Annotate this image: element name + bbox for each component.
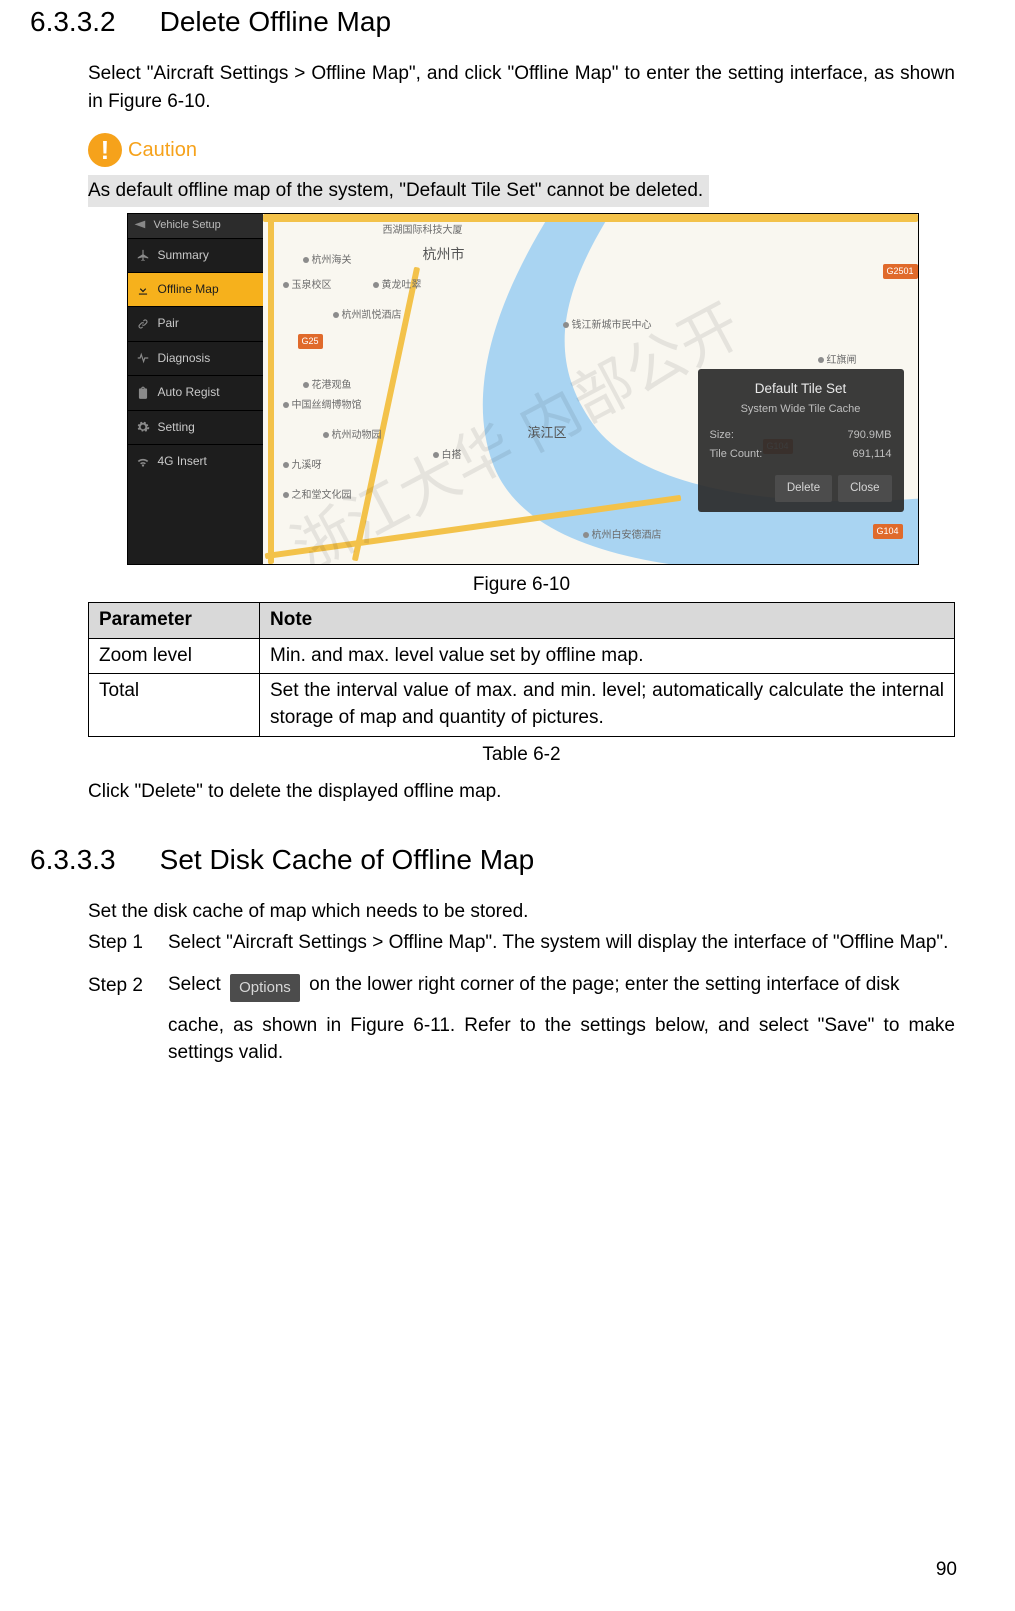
poi-label: 中国丝绸博物馆 <box>283 399 362 414</box>
sidebar-item-setting[interactable]: Setting <box>128 410 263 444</box>
table-header-parameter: Parameter <box>89 603 260 639</box>
section-6333-title: Set Disk Cache of Offline Map <box>160 844 535 876</box>
poi-label: 杭州凯悦酒店 <box>333 309 402 324</box>
step-2-text-line1: Select Options on the lower right corner… <box>168 971 955 1002</box>
poi-label: 西湖国际科技大厦 <box>383 224 463 239</box>
plane-icon <box>136 248 150 262</box>
tile-set-card: Default Tile Set System Wide Tile Cache … <box>698 369 904 512</box>
road-badge: G2501 <box>883 264 918 279</box>
poi-label: 杭州动物园 <box>323 429 382 444</box>
delete-button[interactable]: Delete <box>775 475 832 502</box>
caution-text: As default offline map of the system, "D… <box>88 175 709 207</box>
gear-icon <box>136 420 150 434</box>
poi-label: 杭州海关 <box>303 254 352 269</box>
table-header-note: Note <box>260 603 955 639</box>
poi-label: 红旗闸 <box>818 354 857 369</box>
step-2-pre: Select <box>168 974 221 995</box>
pulse-icon <box>136 351 150 365</box>
step-2-label: Step 2 <box>88 972 168 1000</box>
page-number: 90 <box>936 1559 957 1581</box>
tile-set-tile-value: 691,114 <box>853 447 892 463</box>
step-1-label: Step 1 <box>88 929 168 957</box>
close-button[interactable]: Close <box>838 475 891 502</box>
vehicle-setup-sidebar: Vehicle Setup Summary Offline Map <box>128 214 263 564</box>
sidebar-item-summary[interactable]: Summary <box>128 238 263 272</box>
table-cell: Total <box>89 674 260 736</box>
table-6-2-caption: Table 6-2 <box>88 741 955 769</box>
options-button[interactable]: Options <box>230 974 300 1002</box>
sidebar-item-label: Offline Map <box>158 282 219 296</box>
sidebar-item-offline-map[interactable]: Offline Map <box>128 272 263 306</box>
section-6332-title: Delete Offline Map <box>160 6 391 38</box>
sidebar-item-pair[interactable]: Pair <box>128 306 263 340</box>
road-badge: G25 <box>298 334 323 349</box>
tile-set-title: Default Tile Set <box>710 379 892 399</box>
section-6333-heading: 6.3.3.3 Set Disk Cache of Offline Map <box>30 844 955 876</box>
poi-label: 滨江区 <box>528 424 567 443</box>
link-icon <box>136 317 150 331</box>
step-2-tail: cache, as shown in Figure 6-11. Refer to… <box>168 1012 955 1067</box>
tile-set-tile-label: Tile Count: <box>710 447 763 463</box>
poi-label: 杭州白安德酒店 <box>583 529 662 544</box>
figure-6-10: Vehicle Setup Summary Offline Map <box>127 213 917 565</box>
poi-label: 杭州市 <box>423 244 465 264</box>
poi-label: 九溪呀 <box>283 459 322 474</box>
table-6-2: Parameter Note Zoom level Min. and max. … <box>88 602 955 736</box>
sidebar-item-label: Pair <box>158 316 179 330</box>
download-icon <box>136 283 150 297</box>
step-2-mid: on the lower right corner of the page; e… <box>309 974 899 995</box>
poi-label: 钱江新城市民中心 <box>563 319 652 334</box>
table-cell: Min. and max. level value set by offline… <box>260 638 955 674</box>
section-6333-number: 6.3.3.3 <box>30 844 116 876</box>
section-6333-intro: Set the disk cache of map which needs to… <box>88 898 955 926</box>
poi-label: 花港观鱼 <box>303 379 352 394</box>
tile-set-size-label: Size: <box>710 428 734 444</box>
sidebar-item-label: Auto Regist <box>158 385 220 399</box>
map-canvas[interactable]: 西湖国际科技大厦 杭州市 杭州海关 玉泉校区 黄龙吐翠 杭州凯悦酒店 钱江新城市… <box>263 214 918 564</box>
wifi-icon <box>136 455 150 469</box>
step-1-text: Select "Aircraft Settings > Offline Map"… <box>168 929 955 957</box>
poi-label: 之和堂文化园 <box>283 489 352 504</box>
poi-label: 黄龙吐翠 <box>373 279 422 294</box>
caution-icon: ! <box>88 133 122 167</box>
tile-set-subtitle: System Wide Tile Cache <box>710 402 892 418</box>
clipboard-icon <box>136 386 150 400</box>
poi-label: 白搭 <box>433 449 462 464</box>
section-6332-heading: 6.3.3.2 Delete Offline Map <box>30 6 955 38</box>
sidebar-item-label: Diagnosis <box>158 351 211 365</box>
figure-6-10-caption: Figure 6-10 <box>88 571 955 599</box>
section-6332-after-table: Click "Delete" to delete the displayed o… <box>88 778 955 806</box>
sidebar-item-4g-insert[interactable]: 4G Insert <box>128 444 263 478</box>
tile-set-size-value: 790.9MB <box>847 428 891 444</box>
table-cell: Zoom level <box>89 638 260 674</box>
poi-label: 玉泉校区 <box>283 279 332 294</box>
section-6332-intro: Select "Aircraft Settings > Offline Map"… <box>88 60 955 115</box>
road-badge: G104 <box>873 524 903 539</box>
caution-label: Caution <box>128 136 197 165</box>
sidebar-item-label: Setting <box>158 420 195 434</box>
sidebar-item-auto-regist[interactable]: Auto Regist <box>128 375 263 409</box>
section-6332-number: 6.3.3.2 <box>30 6 116 38</box>
sidebar-item-label: 4G Insert <box>158 454 207 468</box>
sidebar-item-diagnosis[interactable]: Diagnosis <box>128 341 263 375</box>
sidebar-header[interactable]: Vehicle Setup <box>128 214 263 238</box>
table-cell: Set the interval value of max. and min. … <box>260 674 955 736</box>
sidebar-item-label: Summary <box>158 248 209 262</box>
